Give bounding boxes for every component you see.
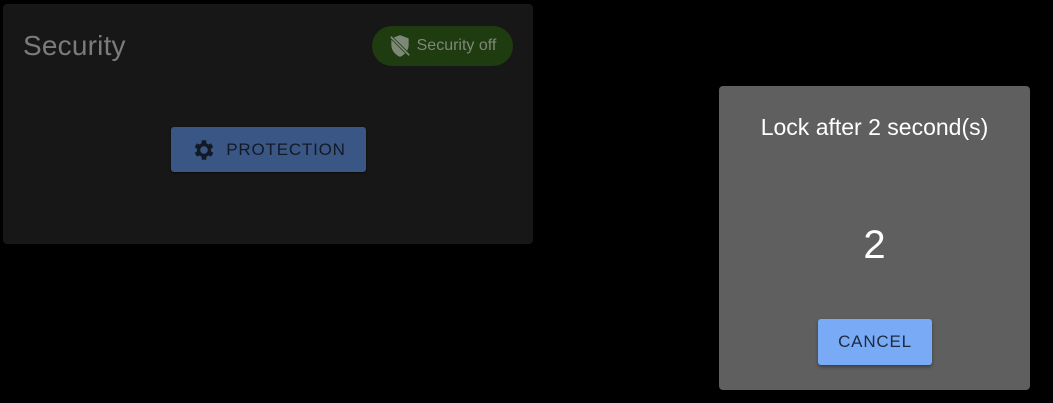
cancel-button[interactable]: CANCEL: [818, 319, 932, 365]
security-card: Security Security off PROTECTION: [3, 4, 533, 244]
cancel-button-label: CANCEL: [838, 332, 912, 351]
protection-button[interactable]: PROTECTION: [171, 127, 366, 172]
shield-off-icon: [387, 33, 413, 59]
card-title: Security: [23, 30, 126, 61]
page: Security Security off PROTECTION Lock af…: [0, 0, 1053, 403]
countdown-value: 2: [863, 223, 886, 267]
gear-icon: [191, 137, 217, 163]
dialog-title: Lock after 2 second(s): [760, 114, 989, 140]
lock-dialog: Lock after 2 second(s) 2 CANCEL: [719, 86, 1030, 390]
status-badge: Security off: [372, 26, 513, 66]
protection-button-label: PROTECTION: [226, 139, 346, 159]
status-badge-label: Security off: [416, 37, 497, 54]
